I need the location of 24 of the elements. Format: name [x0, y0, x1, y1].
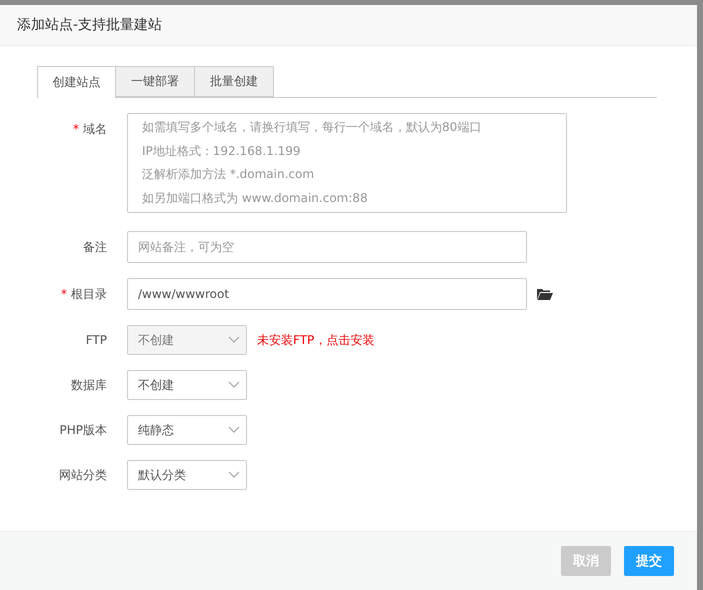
chevron-down-icon: [228, 471, 240, 479]
folder-icon[interactable]: [537, 287, 553, 301]
required-marker: *: [73, 122, 79, 136]
domain-field[interactable]: 如需填写多个域名，请换行填写，每行一个域名，默认为80端口 IP地址格式：192.168.1.199 泛解析添加方法 *.domain.com 如另加端口格式为 www.domain.com:88: [127, 113, 567, 213]
chevron-down-icon: [228, 426, 240, 434]
select-field[interactable]: 不创建: [127, 370, 247, 400]
field-label: 根目录: [71, 287, 107, 301]
field-label: 域名: [83, 122, 107, 136]
path-field[interactable]: /www/wwwroot: [127, 278, 527, 310]
tab[interactable]: 一键部署: [116, 66, 195, 97]
select-field[interactable]: 纯静态: [127, 415, 247, 445]
field-label: 网站分类: [59, 468, 107, 482]
chevron-down-icon: [228, 381, 240, 389]
field-label: PHP版本: [60, 423, 107, 437]
field-label: 备注: [83, 240, 107, 254]
required-marker: *: [61, 287, 67, 301]
tab[interactable]: 批量创建: [195, 66, 274, 97]
chevron-down-icon: [228, 336, 240, 344]
remark-field[interactable]: 网站备注，可为空: [127, 231, 527, 263]
field-label: FTP: [86, 333, 107, 347]
select-field[interactable]: 默认分类: [127, 460, 247, 490]
dialog-title: 添加站点-支持批量建站: [0, 5, 697, 46]
field-label: 数据库: [71, 378, 107, 392]
tab[interactable]: 创建站点: [37, 66, 116, 98]
